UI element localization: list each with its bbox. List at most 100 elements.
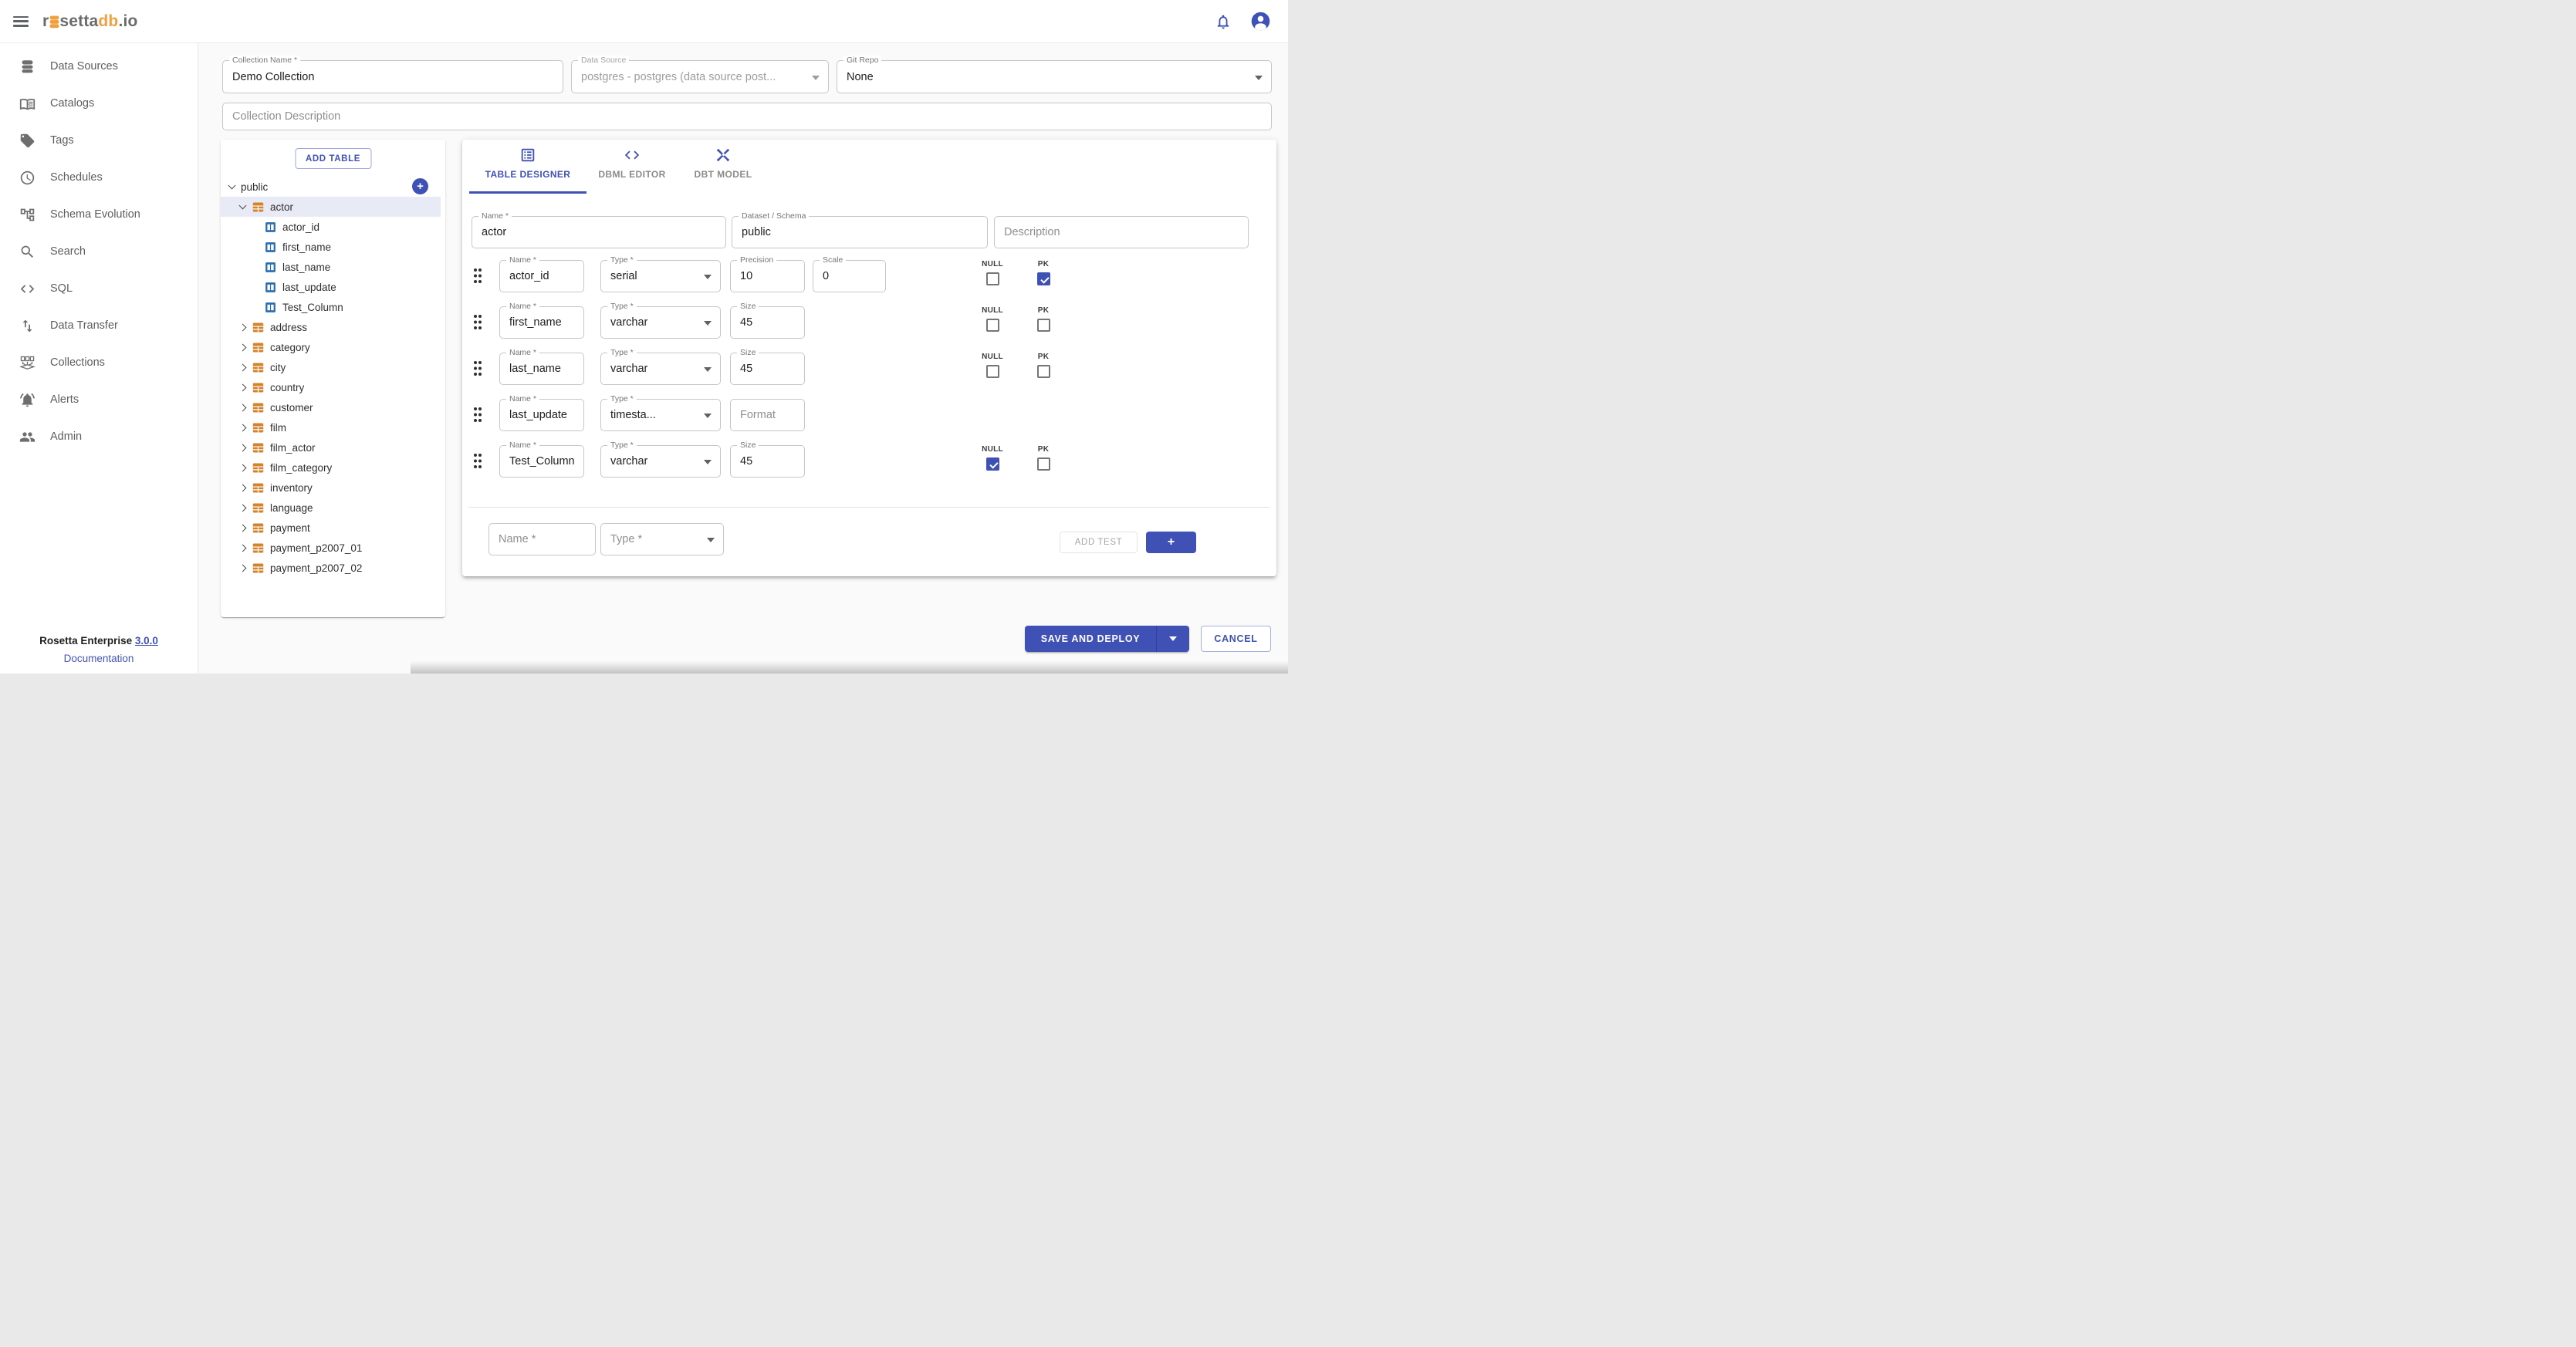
data-source-select[interactable] xyxy=(572,61,828,93)
table-description-field[interactable] xyxy=(994,216,1249,248)
tree-row-actor-id[interactable]: actor_id xyxy=(221,217,445,237)
new-column-type-select[interactable] xyxy=(601,524,723,555)
git-repo-select[interactable] xyxy=(837,61,1271,93)
column-type-select[interactable] xyxy=(601,446,720,477)
sidebar-item-schedules[interactable]: Schedules xyxy=(0,159,198,196)
sidebar-item-admin[interactable]: Admin xyxy=(0,418,198,455)
sidebar-item-tags[interactable]: Tags xyxy=(0,122,198,159)
column-name-field[interactable]: Name * xyxy=(499,302,584,339)
pk-checkbox[interactable] xyxy=(1036,319,1050,332)
column-name-field[interactable]: Name * xyxy=(499,441,584,478)
tree-row-language[interactable]: language xyxy=(221,498,445,518)
drag-handle-icon[interactable] xyxy=(472,452,483,470)
tree-row-public[interactable]: public + xyxy=(221,177,445,197)
tree-row-film[interactable]: film xyxy=(221,417,445,437)
collection-name-field[interactable]: Collection Name * xyxy=(222,56,563,93)
chevron-right-icon[interactable] xyxy=(238,444,247,451)
tree-row-payment[interactable]: payment xyxy=(221,518,445,538)
column-type-field[interactable]: Type * xyxy=(600,348,721,385)
chevron-right-icon[interactable] xyxy=(238,424,247,431)
tree-row-last-update[interactable]: last_update xyxy=(221,277,445,297)
sidebar-item-data-transfer[interactable]: Data Transfer xyxy=(0,307,198,344)
tree-row-actor[interactable]: actor xyxy=(221,197,441,217)
pk-checkbox[interactable] xyxy=(1036,457,1050,471)
table-description-input[interactable] xyxy=(995,217,1248,248)
chevron-down-icon[interactable] xyxy=(228,181,236,190)
chevron-right-icon[interactable] xyxy=(238,524,247,532)
documentation-link[interactable]: Documentation xyxy=(64,653,134,664)
column-type-field[interactable]: Type * xyxy=(600,394,721,431)
tree-row-first-name[interactable]: first_name xyxy=(221,237,445,257)
save-options-dropdown[interactable] xyxy=(1157,626,1189,652)
tree-row-test-column[interactable]: Test_Column xyxy=(221,297,445,317)
null-checkbox[interactable] xyxy=(985,457,999,471)
size-field[interactable]: Size xyxy=(730,348,805,385)
new-column-type-field[interactable] xyxy=(600,523,724,555)
scale-input[interactable] xyxy=(813,261,885,292)
dataset-schema-input[interactable] xyxy=(732,217,987,248)
column-name-input[interactable] xyxy=(500,307,583,338)
chevron-right-icon[interactable] xyxy=(238,504,247,511)
column-name-field[interactable]: Name * xyxy=(499,348,584,385)
size-input[interactable] xyxy=(731,307,804,338)
column-name-field[interactable]: Name * xyxy=(499,394,584,431)
column-name-field[interactable]: Name * xyxy=(499,255,584,292)
column-type-select[interactable] xyxy=(601,400,720,430)
sidebar-item-data-sources[interactable]: Data Sources xyxy=(0,48,198,85)
tree-row-payment-p2007-01[interactable]: payment_p2007_01 xyxy=(221,538,445,558)
chevron-right-icon[interactable] xyxy=(238,544,247,552)
tab-dbt-model[interactable]: DBT MODEL xyxy=(678,140,769,194)
collection-name-input[interactable] xyxy=(223,61,563,93)
tree-row-customer[interactable]: customer xyxy=(221,397,445,417)
sidebar-item-catalogs[interactable]: Catalogs xyxy=(0,85,198,122)
add-test-button[interactable]: ADD TEST xyxy=(1060,532,1138,553)
chevron-right-icon[interactable] xyxy=(238,343,247,351)
notifications-bell-icon[interactable] xyxy=(1215,13,1232,30)
column-type-select[interactable] xyxy=(601,307,720,338)
precision-field[interactable]: Precision xyxy=(730,255,805,292)
format-input[interactable] xyxy=(731,400,804,430)
tree-row-last-name[interactable]: last_name xyxy=(221,257,445,277)
chevron-right-icon[interactable] xyxy=(238,383,247,391)
add-schema-table-button[interactable]: + xyxy=(412,178,428,194)
column-type-field[interactable]: Type * xyxy=(600,441,721,478)
chevron-right-icon[interactable] xyxy=(238,323,247,331)
dataset-schema-field[interactable]: Dataset / Schema xyxy=(732,211,988,248)
collection-description-field[interactable] xyxy=(222,103,1272,130)
chevron-right-icon[interactable] xyxy=(238,484,247,491)
chevron-right-icon[interactable] xyxy=(238,363,247,371)
column-name-input[interactable] xyxy=(500,400,583,430)
scale-field[interactable]: Scale xyxy=(813,255,886,292)
null-checkbox[interactable] xyxy=(985,365,999,378)
menu-icon[interactable] xyxy=(13,15,29,27)
table-name-input[interactable] xyxy=(472,217,725,248)
tree-row-category[interactable]: category xyxy=(221,337,445,357)
drag-handle-icon[interactable] xyxy=(472,313,483,331)
tree-row-country[interactable]: country xyxy=(221,377,445,397)
drag-handle-icon[interactable] xyxy=(472,406,483,424)
new-column-name-input[interactable] xyxy=(489,524,595,555)
size-input[interactable] xyxy=(731,446,804,477)
add-column-button[interactable]: + xyxy=(1146,532,1196,553)
null-checkbox[interactable] xyxy=(985,319,999,332)
column-name-input[interactable] xyxy=(500,353,583,384)
size-input[interactable] xyxy=(731,353,804,384)
save-and-deploy-label[interactable]: SAVE AND DEPLOY xyxy=(1025,626,1157,652)
sidebar-item-search[interactable]: Search xyxy=(0,233,198,270)
precision-input[interactable] xyxy=(731,261,804,292)
sidebar-item-collections[interactable]: Collections xyxy=(0,344,198,381)
pk-checkbox[interactable] xyxy=(1036,365,1050,378)
data-source-field[interactable]: Data Source xyxy=(571,56,829,93)
column-type-select[interactable] xyxy=(601,353,720,384)
tab-table-designer[interactable]: TABLE DESIGNER xyxy=(469,140,587,194)
chevron-right-icon[interactable] xyxy=(238,403,247,411)
size-field[interactable]: Size xyxy=(730,302,805,339)
cancel-button[interactable]: CANCEL xyxy=(1201,626,1271,652)
drag-handle-icon[interactable] xyxy=(472,267,483,285)
column-name-input[interactable] xyxy=(500,261,583,292)
tab-dbml-editor[interactable]: DBML EDITOR xyxy=(587,140,678,194)
format-field[interactable] xyxy=(730,399,805,431)
pk-checkbox[interactable] xyxy=(1036,272,1050,285)
drag-handle-icon[interactable] xyxy=(472,360,483,377)
table-name-field[interactable]: Name * xyxy=(472,211,726,248)
